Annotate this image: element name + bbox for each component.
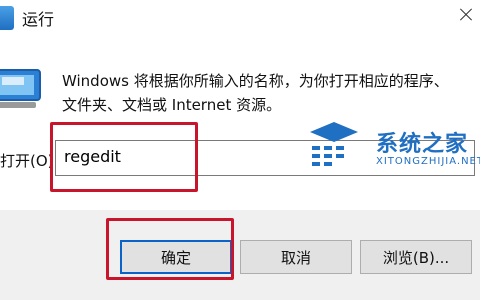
title-bar: 运行 <box>0 0 480 44</box>
input-highlight-box <box>50 122 198 192</box>
description-line-2: 文件夹、文档或 Internet 资源。 <box>62 96 282 114</box>
window-title: 运行 <box>22 10 55 29</box>
description-line-1: Windows 将根据你所输入的名称，为你打开相应的程序、 <box>62 72 449 90</box>
watermark-logo-icon <box>310 122 358 166</box>
watermark: 系统之家 XITONGZHIJIA.NET <box>290 110 480 190</box>
cancel-button[interactable]: 取消 <box>240 240 352 274</box>
watermark-title: 系统之家 <box>376 132 469 157</box>
run-dialog-icon <box>0 69 41 108</box>
run-app-icon <box>0 6 14 30</box>
close-icon[interactable] <box>450 0 480 30</box>
browse-button[interactable]: 浏览(B)... <box>360 240 472 274</box>
watermark-subtitle: XITONGZHIJIA.NET <box>376 156 480 167</box>
ok-highlight-box <box>106 218 234 280</box>
